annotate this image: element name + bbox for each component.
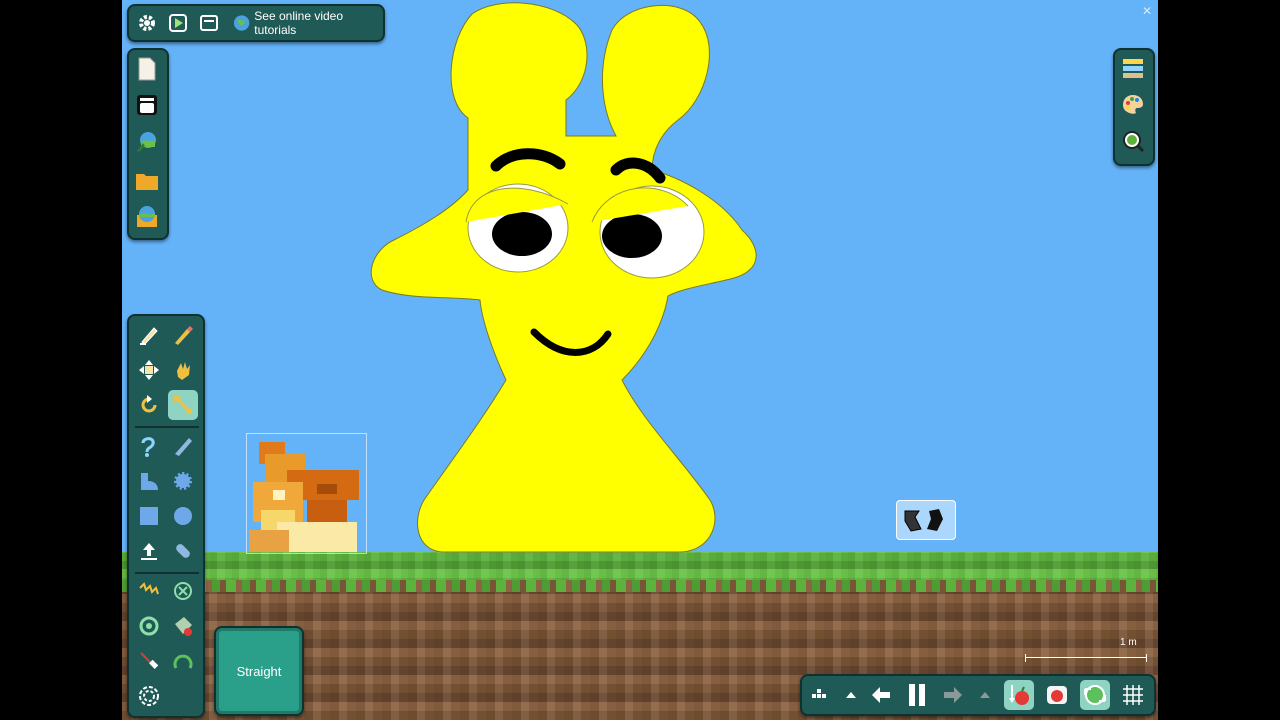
play-icon[interactable] (163, 8, 193, 38)
hinge-icon[interactable] (134, 611, 164, 641)
tools-separator (135, 426, 199, 428)
drag-icon[interactable] (168, 355, 198, 385)
video-tutorials-link[interactable]: See online video tutorials (233, 9, 383, 37)
fire-sprite[interactable] (246, 433, 367, 554)
simulation-canvas[interactable]: ✕ See online video tutorials Straight 1 … (122, 0, 1158, 720)
follow-camera-icon[interactable] (1080, 680, 1110, 710)
scale-label: 1 m (1120, 637, 1137, 648)
grid-dots-icon[interactable] (804, 680, 834, 710)
tracer-icon[interactable] (168, 611, 198, 641)
close-icon[interactable]: ✕ (1142, 4, 1152, 18)
gear-icon[interactable] (132, 8, 162, 38)
file-panel (127, 48, 169, 240)
arc-icon[interactable] (168, 646, 198, 676)
polygon-icon[interactable] (134, 466, 164, 496)
tutorials-label: See online video tutorials (254, 9, 344, 37)
visual-panel (1113, 48, 1155, 166)
zoom-icon[interactable] (1118, 126, 1148, 156)
gravity-icon[interactable] (1004, 680, 1034, 710)
new-document-icon[interactable] (132, 54, 162, 84)
open-scene-icon[interactable] (132, 126, 162, 156)
selected-object-chip[interactable] (896, 500, 956, 540)
gear-shape-icon[interactable] (168, 466, 198, 496)
grid-icon[interactable] (1118, 680, 1148, 710)
rotate-icon[interactable] (134, 390, 164, 420)
air-friction-icon[interactable] (1042, 680, 1072, 710)
move-icon[interactable] (134, 355, 164, 385)
spring-icon[interactable] (134, 576, 164, 606)
tools-separator (135, 572, 199, 574)
top-toolbar: See online video tutorials (127, 4, 385, 42)
straight-option-label: Straight (236, 663, 282, 679)
knife-icon[interactable] (168, 431, 198, 461)
spiral-icon[interactable] (134, 681, 164, 711)
thruster-icon[interactable] (134, 536, 164, 566)
tools-panel (127, 314, 205, 718)
caret-up-icon[interactable] (970, 680, 1000, 710)
straight-option-button[interactable]: Straight (214, 626, 304, 716)
scale-icon[interactable] (168, 390, 198, 420)
caret-up-icon[interactable] (836, 680, 866, 710)
fixate-icon[interactable] (168, 576, 198, 606)
pencil-icon[interactable] (168, 320, 198, 350)
yellow-character[interactable] (122, 0, 1158, 720)
sketch-icon[interactable] (134, 320, 164, 350)
letterbox-right (1158, 0, 1280, 720)
window-icon[interactable] (194, 8, 224, 38)
circle-icon[interactable] (168, 501, 198, 531)
inventory-icon[interactable] (132, 90, 162, 120)
save-icon[interactable] (132, 202, 162, 232)
palette-icon[interactable] (1118, 90, 1148, 120)
globe-icon (233, 15, 250, 31)
scale-bar (1025, 654, 1147, 662)
undo-icon[interactable] (866, 680, 896, 710)
layers-icon[interactable] (1118, 54, 1148, 84)
rope-icon[interactable] (134, 431, 164, 461)
capsule-icon[interactable] (168, 536, 198, 566)
redo-icon[interactable] (938, 680, 968, 710)
pause-icon[interactable] (902, 680, 932, 710)
letterbox-left (0, 0, 122, 720)
simulation-toolbar (800, 674, 1156, 716)
box-icon[interactable] (134, 501, 164, 531)
folder-icon[interactable] (132, 166, 162, 196)
laser-icon[interactable] (134, 646, 164, 676)
